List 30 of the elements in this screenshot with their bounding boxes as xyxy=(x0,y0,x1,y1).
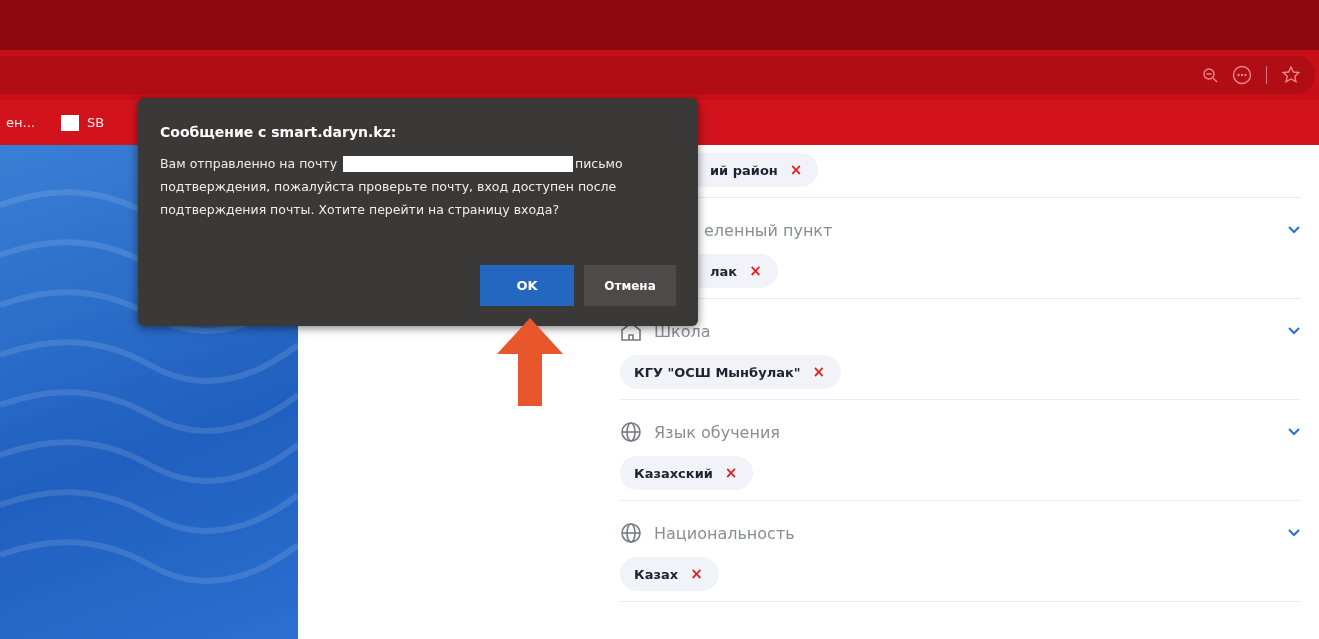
ok-button[interactable]: OK xyxy=(480,265,574,306)
chevron-down-icon[interactable] xyxy=(1288,226,1300,234)
dialog-title: Сообщение с smart.daryn.kz: xyxy=(160,124,398,140)
remove-icon[interactable]: × xyxy=(749,262,762,280)
globe-icon xyxy=(620,522,642,544)
chevron-down-icon[interactable] xyxy=(1288,529,1300,537)
chevron-down-icon[interactable] xyxy=(1288,428,1300,436)
bookmark[interactable]: SB xyxy=(60,114,105,131)
section-label: еленный пункт xyxy=(704,220,834,240)
zoom-out-icon[interactable] xyxy=(1202,67,1218,83)
section-label: Школа xyxy=(654,321,712,341)
remove-icon[interactable]: × xyxy=(690,565,703,583)
remove-icon[interactable]: × xyxy=(724,464,738,482)
selected-chip[interactable]: Казах × xyxy=(620,557,719,591)
bookmark[interactable]: ен... xyxy=(6,115,35,130)
more-icon[interactable] xyxy=(1232,65,1252,85)
message-text: Вам отправленно на почту xyxy=(160,155,338,173)
selected-chip[interactable]: Казахский × xyxy=(620,456,754,490)
remove-icon[interactable]: × xyxy=(789,161,803,179)
chevron-down-icon[interactable] xyxy=(1288,327,1300,335)
globe-icon xyxy=(620,421,642,443)
arrow-up-icon xyxy=(497,318,563,406)
section-label: Национальность xyxy=(654,523,796,543)
selected-chip[interactable]: КГУ "ОСШ Мынбулак" × xyxy=(620,355,842,389)
message-text: подтверждения, пожалуйста проверьте почту, вход доступен после подтверждения почты. Хотите перейти на страницу входа? xyxy=(160,178,618,219)
message-text: письмо xyxy=(575,155,623,173)
star-icon[interactable] xyxy=(1281,65,1301,85)
remove-icon[interactable]: × xyxy=(812,363,826,381)
section-label: Язык обучения xyxy=(654,422,781,442)
cancel-button[interactable]: Отмена xyxy=(584,265,676,306)
